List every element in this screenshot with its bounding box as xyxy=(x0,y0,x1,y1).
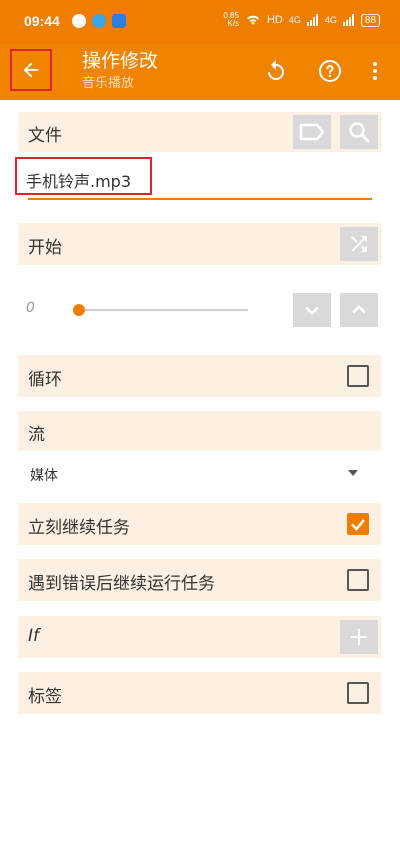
shuffle-icon xyxy=(351,236,367,252)
help-icon xyxy=(319,60,341,82)
notification-icon xyxy=(92,14,106,28)
search-icon xyxy=(349,122,370,143)
status-time: 09:44 xyxy=(24,13,60,29)
file-label: 文件 xyxy=(28,126,62,146)
checkmark-icon xyxy=(351,519,365,531)
tag-checkbox[interactable] xyxy=(347,682,369,704)
file-input[interactable]: 手机铃声.mp3 xyxy=(26,168,131,192)
start-slider-track[interactable] xyxy=(78,309,248,311)
add-condition-button[interactable] xyxy=(340,620,378,654)
continue-now-label: 立刻继续任务 xyxy=(28,518,130,538)
continue-on-error-row[interactable]: 遇到错误后继续运行任务 xyxy=(18,559,381,601)
file-input-underline xyxy=(28,198,372,200)
stream-label: 流 xyxy=(28,425,45,445)
battery-indicator: 88 xyxy=(360,13,380,27)
back-button[interactable] xyxy=(10,49,52,91)
increment-button[interactable] xyxy=(340,293,378,327)
signal-icon: 4G xyxy=(288,15,301,25)
chevron-down-icon xyxy=(305,306,319,316)
continue-now-checkbox[interactable] xyxy=(347,513,369,535)
signal-icon: 4G xyxy=(324,15,337,25)
loop-row[interactable]: 循环 xyxy=(18,355,381,397)
loop-label: 循环 xyxy=(28,370,62,390)
page-title: 操作修改 xyxy=(82,50,159,72)
stream-row: 流 xyxy=(18,411,381,451)
net-speed: 0.85 K/s xyxy=(223,12,239,28)
continue-on-error-checkbox[interactable] xyxy=(347,569,369,591)
app-toolbar: 操作修改 音乐播放 xyxy=(0,44,400,100)
stream-select-value: 媒体 xyxy=(30,468,58,484)
status-bar: 09:44 0.85 K/s HD 4G 4G 88 xyxy=(0,0,400,44)
undo-button[interactable] xyxy=(262,57,290,85)
chevron-up-icon xyxy=(352,304,366,314)
continue-now-row[interactable]: 立刻继续任务 xyxy=(18,503,381,545)
continue-on-error-label: 遇到错误后继续运行任务 xyxy=(28,574,215,594)
plus-icon xyxy=(350,628,368,646)
page-subtitle: 音乐播放 xyxy=(82,76,135,91)
decrement-button[interactable] xyxy=(293,293,331,327)
tag-icon xyxy=(299,123,325,141)
signal-bars-icon xyxy=(306,14,318,26)
if-row: If xyxy=(18,616,381,658)
status-right: 0.85 K/s HD 4G 4G 88 xyxy=(223,12,380,28)
hd-label: HD xyxy=(266,14,283,26)
start-slider-thumb[interactable] xyxy=(73,304,85,316)
start-row: 开始 xyxy=(18,223,381,265)
if-label: If xyxy=(28,626,39,646)
slider-value: 0 xyxy=(26,300,35,316)
more-options-button[interactable] xyxy=(361,57,389,85)
back-arrow-icon xyxy=(23,62,39,78)
dropdown-arrow-icon xyxy=(348,470,358,476)
random-start-button[interactable] xyxy=(340,227,378,261)
start-label: 开始 xyxy=(28,238,62,258)
file-row: 文件 xyxy=(18,112,381,152)
more-vert-icon xyxy=(373,62,377,80)
undo-icon xyxy=(268,60,284,80)
notification-icon xyxy=(112,14,126,28)
notification-icon xyxy=(72,14,86,28)
help-button[interactable] xyxy=(316,57,344,85)
loop-checkbox[interactable] xyxy=(347,365,369,387)
notification-icons xyxy=(72,14,126,28)
signal-bars-icon xyxy=(342,14,354,26)
tag-button[interactable] xyxy=(293,115,331,149)
net-speed-unit: K/s xyxy=(227,19,239,28)
search-button[interactable] xyxy=(340,115,378,149)
wifi-icon xyxy=(246,15,259,25)
stream-select[interactable]: 媒体 xyxy=(18,453,381,495)
tag-row[interactable]: 标签 xyxy=(18,672,381,714)
tag-label: 标签 xyxy=(28,687,62,707)
